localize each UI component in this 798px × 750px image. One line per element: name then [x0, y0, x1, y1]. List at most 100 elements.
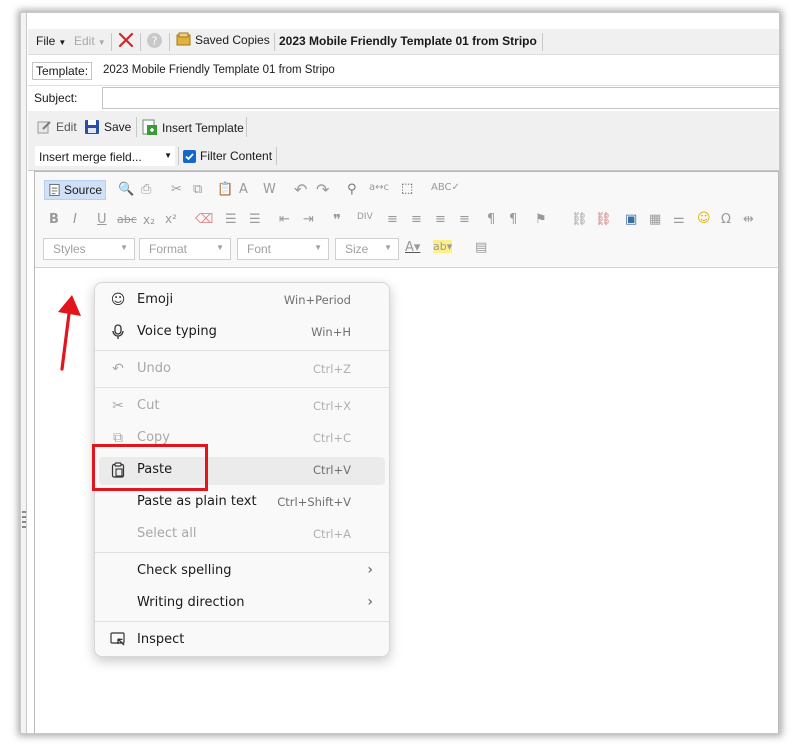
menu-item-label: Inspect — [137, 632, 185, 647]
file-menu[interactable]: File ▼ — [36, 34, 66, 48]
menu-item-shortcut: Win+Period — [283, 293, 351, 307]
align-right-icon[interactable]: ≡ — [435, 212, 446, 227]
text-color-icon[interactable]: A▾ — [405, 240, 420, 255]
save-icon — [85, 120, 99, 134]
menu-item-cut[interactable]: ✂ Cut Ctrl+X — [99, 393, 385, 421]
menu-divider — [95, 552, 389, 553]
template-label: Template: — [32, 62, 93, 80]
replace-icon[interactable]: a↔c — [369, 182, 389, 193]
image-icon[interactable]: ▣ — [625, 212, 637, 227]
separator — [276, 147, 277, 165]
show-blocks-icon[interactable]: ▤ — [475, 240, 487, 255]
delete-icon[interactable] — [117, 31, 135, 52]
bold-button[interactable]: B — [49, 212, 59, 227]
preview-icon[interactable]: 🔍 — [118, 182, 134, 197]
rtl-icon[interactable]: ¶ — [509, 212, 517, 227]
merge-field-select[interactable]: Insert merge field... ▼ — [34, 145, 176, 167]
cut-icon[interactable]: ✂ — [171, 182, 182, 197]
menu-item-check-spelling[interactable]: Check spelling › — [99, 558, 385, 586]
menu-item-paste-plain-text[interactable]: Paste as plain text Ctrl+Shift+V — [99, 489, 385, 517]
saved-copies-button[interactable]: Saved Copies — [175, 32, 270, 50]
paste-icon[interactable]: 📋 — [217, 182, 233, 197]
subject-input[interactable] — [102, 87, 779, 109]
subscript-button[interactable]: x₂ — [143, 213, 155, 227]
menu-item-voice-typing[interactable]: Voice typing Win+H — [99, 319, 385, 347]
paste-highlight-box — [92, 444, 208, 491]
edit-button[interactable]: Edit — [36, 119, 77, 135]
menu-item-undo[interactable]: ↶ Undo Ctrl+Z — [99, 356, 385, 384]
language-icon[interactable]: ⚑ — [535, 212, 547, 227]
left-resize-strip[interactable] — [21, 13, 27, 733]
align-center-icon[interactable]: ≡ — [411, 212, 422, 227]
inspect-icon — [109, 632, 127, 650]
source-button[interactable]: Source — [44, 180, 106, 200]
microphone-icon — [109, 324, 127, 342]
remove-format-icon[interactable]: ⌫ — [195, 212, 213, 227]
spellcheck-icon[interactable]: ABC✓ — [431, 182, 460, 193]
grip-dot — [22, 511, 26, 513]
save-button[interactable]: Save — [84, 119, 131, 135]
separator — [111, 33, 112, 51]
menu-item-emoji[interactable]: ☺ Emoji Win+Period — [99, 287, 385, 315]
find-icon[interactable]: ⚲ — [347, 182, 357, 197]
horizontal-rule-icon[interactable]: ⚌ — [673, 212, 685, 227]
menu-item-inspect[interactable]: Inspect — [99, 627, 385, 655]
separator — [246, 117, 247, 137]
grip-dot — [22, 526, 26, 528]
table-icon[interactable]: ▦ — [649, 212, 661, 227]
div-icon[interactable]: DIV — [357, 212, 373, 222]
format-select[interactable]: Format ▼ — [139, 238, 231, 260]
checkbox-icon[interactable] — [183, 149, 196, 163]
numbered-list-icon[interactable]: ☰ — [225, 212, 237, 227]
undo-icon[interactable]: ↶ — [294, 180, 307, 199]
saved-copies-icon — [176, 32, 191, 46]
paste-word-icon[interactable]: W — [263, 182, 276, 197]
menu-item-shortcut: Win+H — [311, 325, 351, 339]
menu-item-label: Paste as plain text — [137, 494, 257, 509]
link-icon[interactable]: ⛓ — [571, 212, 588, 227]
annotation-arrow — [58, 295, 81, 371]
filter-content-toggle[interactable]: Filter Content — [183, 149, 272, 163]
underline-button[interactable]: U — [97, 212, 107, 227]
svg-text:?: ? — [152, 35, 158, 48]
separator — [136, 117, 137, 137]
background-color-icon[interactable]: ab▾ — [433, 240, 453, 253]
justify-icon[interactable]: ≡ — [459, 212, 470, 227]
print-icon[interactable]: ⎙ — [141, 182, 151, 197]
menu-item-writing-direction[interactable]: Writing direction › — [99, 590, 385, 618]
indent-icon[interactable]: ⇥ — [303, 212, 314, 227]
menu-item-select-all[interactable]: Select all Ctrl+A — [99, 521, 385, 549]
menu-item-label: Voice typing — [137, 324, 217, 339]
outdent-icon[interactable]: ⇤ — [279, 212, 290, 227]
size-select[interactable]: Size ▼ — [335, 238, 399, 260]
unlink-icon[interactable]: ⛓ — [595, 212, 612, 227]
separator — [178, 147, 179, 165]
separator — [169, 33, 170, 51]
menu-divider — [95, 387, 389, 388]
smiley-icon[interactable]: ☺ — [697, 211, 711, 226]
menu-item-shortcut: Ctrl+X — [313, 399, 351, 413]
scissors-icon: ✂ — [112, 398, 124, 414]
font-select[interactable]: Font ▼ — [237, 238, 329, 260]
strikethrough-button[interactable]: abc — [117, 213, 137, 226]
special-char-icon[interactable]: Ω — [721, 212, 731, 227]
bulleted-list-icon[interactable]: ☰ — [249, 212, 261, 227]
help-icon[interactable]: ? — [146, 32, 163, 52]
select-all-icon[interactable]: ⬚ — [401, 181, 413, 196]
menu-item-shortcut: Ctrl+A — [313, 527, 351, 541]
align-left-icon[interactable]: ≡ — [387, 212, 398, 227]
insert-template-button[interactable]: Insert Template — [141, 119, 244, 136]
superscript-button[interactable]: x² — [165, 212, 177, 226]
italic-button[interactable]: I — [73, 212, 77, 227]
redo-icon[interactable]: ↷ — [316, 180, 329, 199]
blockquote-icon[interactable]: ❞ — [333, 211, 341, 229]
template-field[interactable]: 2023 Mobile Friendly Template 01 from St… — [97, 60, 779, 82]
menu-divider — [95, 350, 389, 351]
ltr-icon[interactable]: ¶ — [487, 212, 495, 227]
edit-menu[interactable]: Edit ▼ — [74, 34, 106, 48]
copy-icon[interactable]: ⧉ — [193, 182, 202, 197]
menu-item-shortcut: Ctrl+Shift+V — [277, 495, 351, 509]
paste-text-icon[interactable]: A — [239, 182, 248, 197]
page-break-icon[interactable]: ⇹ — [743, 212, 754, 227]
styles-select[interactable]: Styles ▼ — [43, 238, 135, 260]
